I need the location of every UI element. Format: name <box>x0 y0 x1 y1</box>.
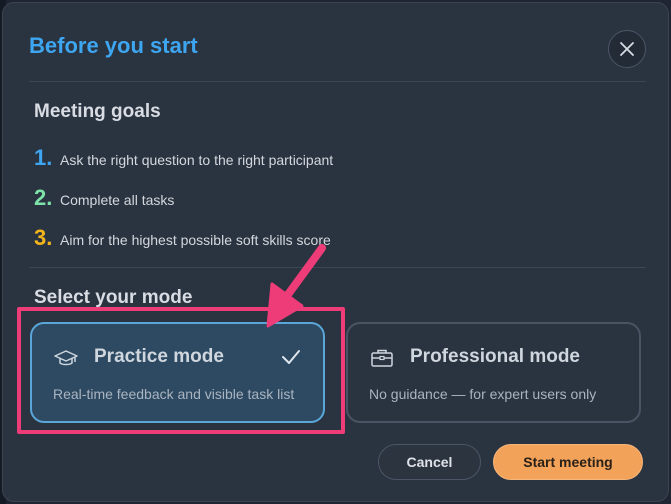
cancel-button[interactable]: Cancel <box>378 444 481 480</box>
goal-item-2: 2. Complete all tasks <box>34 185 174 211</box>
goal-number: 3. <box>34 225 53 250</box>
meeting-goals-heading: Meeting goals <box>34 101 161 122</box>
goal-text: Ask the right question to the right part… <box>60 152 334 168</box>
graduation-cap-icon <box>54 350 78 366</box>
professional-mode-card[interactable]: Professional mode No guidance — for expe… <box>346 322 641 423</box>
mode-label: Practice mode <box>94 346 224 367</box>
mode-description: Real-time feedback and visible task list <box>53 386 295 402</box>
close-button[interactable] <box>608 30 646 68</box>
goal-number: 2. <box>34 185 53 210</box>
goal-text: Complete all tasks <box>60 192 175 208</box>
close-icon <box>620 42 634 56</box>
mode-label: Professional mode <box>410 346 580 367</box>
dialog-title: Before you start <box>29 33 198 58</box>
briefcase-icon <box>371 349 393 367</box>
header-divider <box>29 81 646 82</box>
check-icon <box>282 350 300 364</box>
goal-item-3: 3. Aim for the highest possible soft ski… <box>34 225 331 251</box>
before-you-start-dialog: Before you start Meeting goals 1. Ask th… <box>2 2 669 502</box>
mode-description: No guidance — for expert users only <box>369 386 597 402</box>
goal-text: Aim for the highest possible soft skills… <box>60 232 331 248</box>
select-mode-heading: Select your mode <box>34 287 193 308</box>
start-meeting-button[interactable]: Start meeting <box>493 444 643 480</box>
practice-mode-card[interactable]: Practice mode Real-time feedback and vis… <box>30 322 325 423</box>
goals-divider <box>29 267 646 268</box>
goal-number: 1. <box>34 145 53 170</box>
goal-item-1: 1. Ask the right question to the right p… <box>34 145 333 171</box>
